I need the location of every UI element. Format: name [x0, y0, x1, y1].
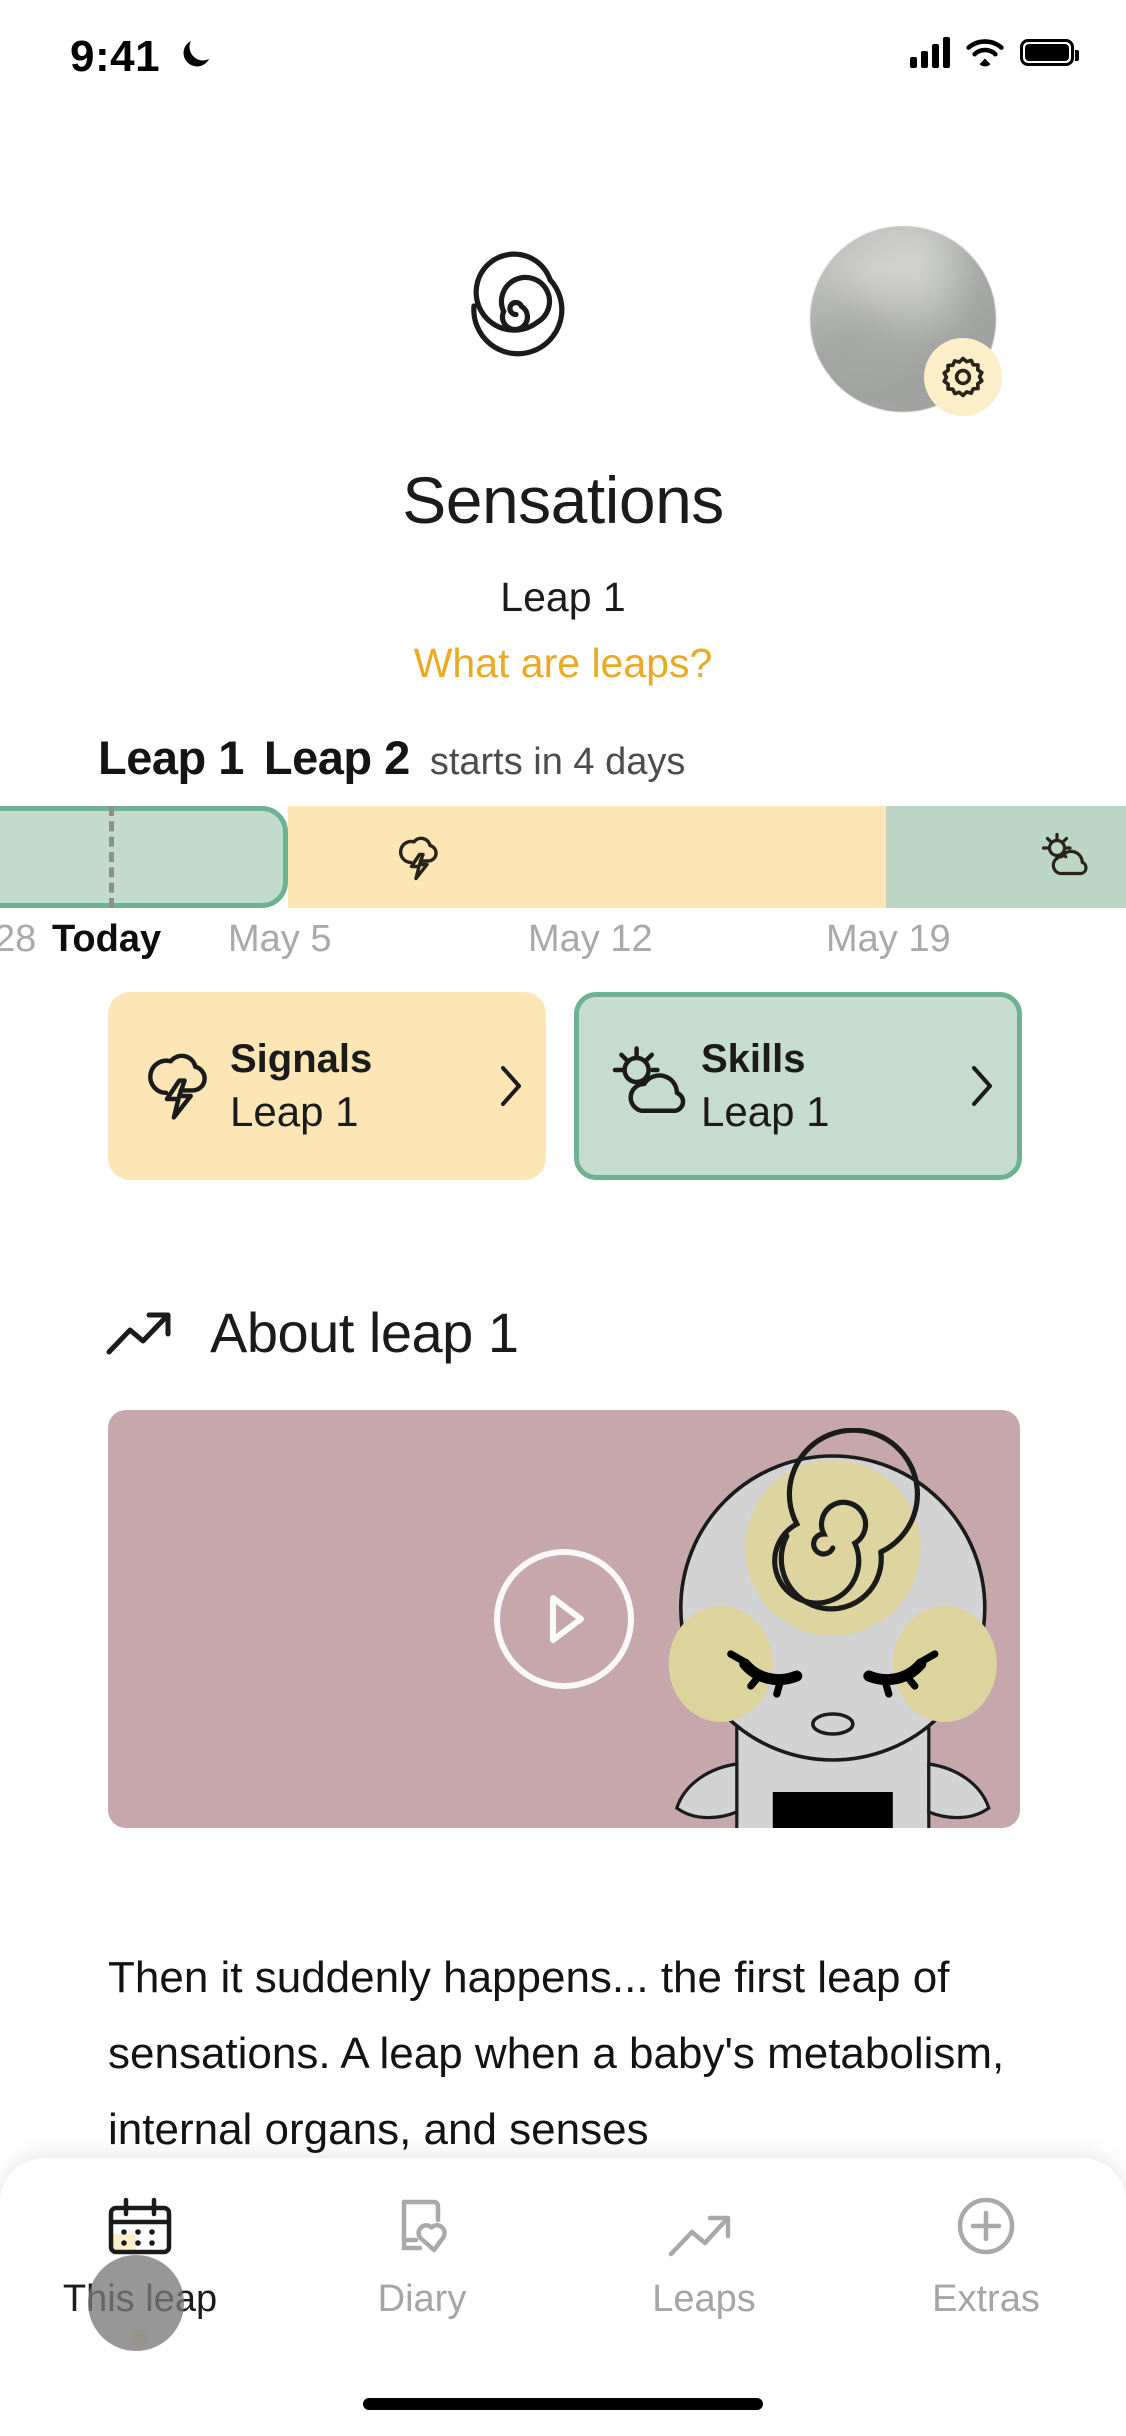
- tab-leaps-icon-wrap: [665, 2186, 743, 2264]
- battery-full-icon: [1020, 38, 1079, 66]
- trending-up-icon: [668, 2215, 731, 2257]
- timeline-date-3: May 12: [528, 918, 653, 960]
- profile-avatar-button[interactable]: [810, 226, 1002, 416]
- timeline-next-leap-status: starts in 4 days: [429, 741, 686, 783]
- page-subtitle: Leap 1: [500, 574, 626, 620]
- about-section-title: About leap 1: [210, 1301, 519, 1364]
- tab-this-leap-icon-wrap: [104, 2186, 176, 2264]
- about-video-thumbnail[interactable]: [108, 1410, 1020, 1828]
- skills-card[interactable]: Skills Leap 1: [574, 992, 1022, 1180]
- timeline-date-axis: 28 Today May 5 May 12 May 19: [0, 918, 1126, 978]
- touch-cursor: [88, 2255, 184, 2351]
- signals-card-icon-wrap: [130, 1040, 230, 1132]
- skills-card-chevron-wrap[interactable]: [947, 1060, 1017, 1112]
- timeline-today-marker: [109, 806, 114, 908]
- settings-badge[interactable]: [924, 338, 1002, 416]
- status-bar: 9:41: [0, 0, 1126, 110]
- tab-diary-icon-wrap: [386, 2186, 458, 2264]
- timeline-date-0: 28: [0, 918, 37, 960]
- moon-icon: [183, 40, 210, 67]
- what-are-leaps-link[interactable]: What are leaps?: [0, 640, 1126, 687]
- signals-card-text: Signals Leap 1: [230, 1037, 476, 1136]
- timeline-bar[interactable]: [0, 806, 1126, 908]
- storm-cloud-icon: [398, 836, 438, 881]
- about-section-header: About leap 1: [104, 1300, 519, 1365]
- status-bar-time: 9:41: [70, 32, 161, 81]
- timeline-date-1: Today: [52, 918, 162, 960]
- page-title: Sensations: [402, 463, 724, 537]
- calendar-icon: [108, 2197, 172, 2255]
- diary-heart-icon: [401, 2199, 447, 2253]
- timeline-date-2: May 5: [228, 918, 332, 960]
- trending-up-icon: [106, 1312, 171, 1354]
- tab-extras[interactable]: Extras: [846, 2186, 1126, 2321]
- chevron-right-icon: [501, 1066, 521, 1106]
- skills-card-icon-wrap: [601, 1038, 701, 1134]
- wifi-icon: [966, 39, 1004, 67]
- tab-leaps[interactable]: Leaps: [564, 2186, 844, 2321]
- tab-extras-label: Extras: [932, 2278, 1040, 2320]
- tab-diary-label: Diary: [377, 2278, 467, 2320]
- timeline-segment-leap-1[interactable]: [0, 806, 288, 908]
- timeline-header: Leap 1 Leap 2 starts in 4 days: [0, 730, 1126, 786]
- signals-card-chevron-wrap[interactable]: [476, 1060, 546, 1112]
- sun-cloud-icon: [1041, 832, 1088, 876]
- leap-cards: Signals Leap 1 Skills Leap 1: [0, 992, 1126, 1188]
- app-screen: 9:41 Sensations Leap 1 What are leaps? L…: [0, 0, 1126, 2436]
- timeline-next-leap-label: Leap 2: [263, 731, 410, 784]
- play-triangle-icon: [550, 1595, 584, 1643]
- signals-card-title: Signals: [230, 1036, 373, 1081]
- home-indicator: [363, 2398, 763, 2410]
- plus-circle-icon: [957, 2197, 1015, 2255]
- skills-card-text: Skills Leap 1: [701, 1037, 947, 1136]
- about-paragraph: Then it suddenly happens... the first le…: [108, 1953, 1005, 2154]
- timeline-current-leap-label: Leap 1: [98, 731, 244, 784]
- timeline-segment-leap-3[interactable]: [886, 806, 1126, 908]
- tab-extras-icon-wrap: [950, 2186, 1022, 2264]
- spiral-logo-icon: [471, 251, 565, 357]
- skills-card-subtitle: Leap 1: [701, 1087, 830, 1135]
- signals-card[interactable]: Signals Leap 1: [108, 992, 546, 1180]
- skills-card-title: Skills: [701, 1036, 806, 1081]
- timeline-date-4: May 19: [826, 918, 951, 960]
- gear-icon: [942, 356, 984, 398]
- tab-leaps-label: Leaps: [652, 2278, 756, 2320]
- status-bar-indicators: [910, 36, 1079, 68]
- play-circle-icon[interactable]: [494, 1549, 634, 1689]
- cellular-signal-icon: [910, 36, 950, 68]
- sun-cloud-icon: [612, 1046, 686, 1114]
- chevron-right-icon: [972, 1066, 992, 1106]
- timeline-segment-leap-2[interactable]: [288, 806, 886, 908]
- storm-cloud-icon: [148, 1053, 207, 1120]
- tab-diary[interactable]: Diary: [282, 2186, 562, 2321]
- signals-card-subtitle: Leap 1: [230, 1087, 359, 1135]
